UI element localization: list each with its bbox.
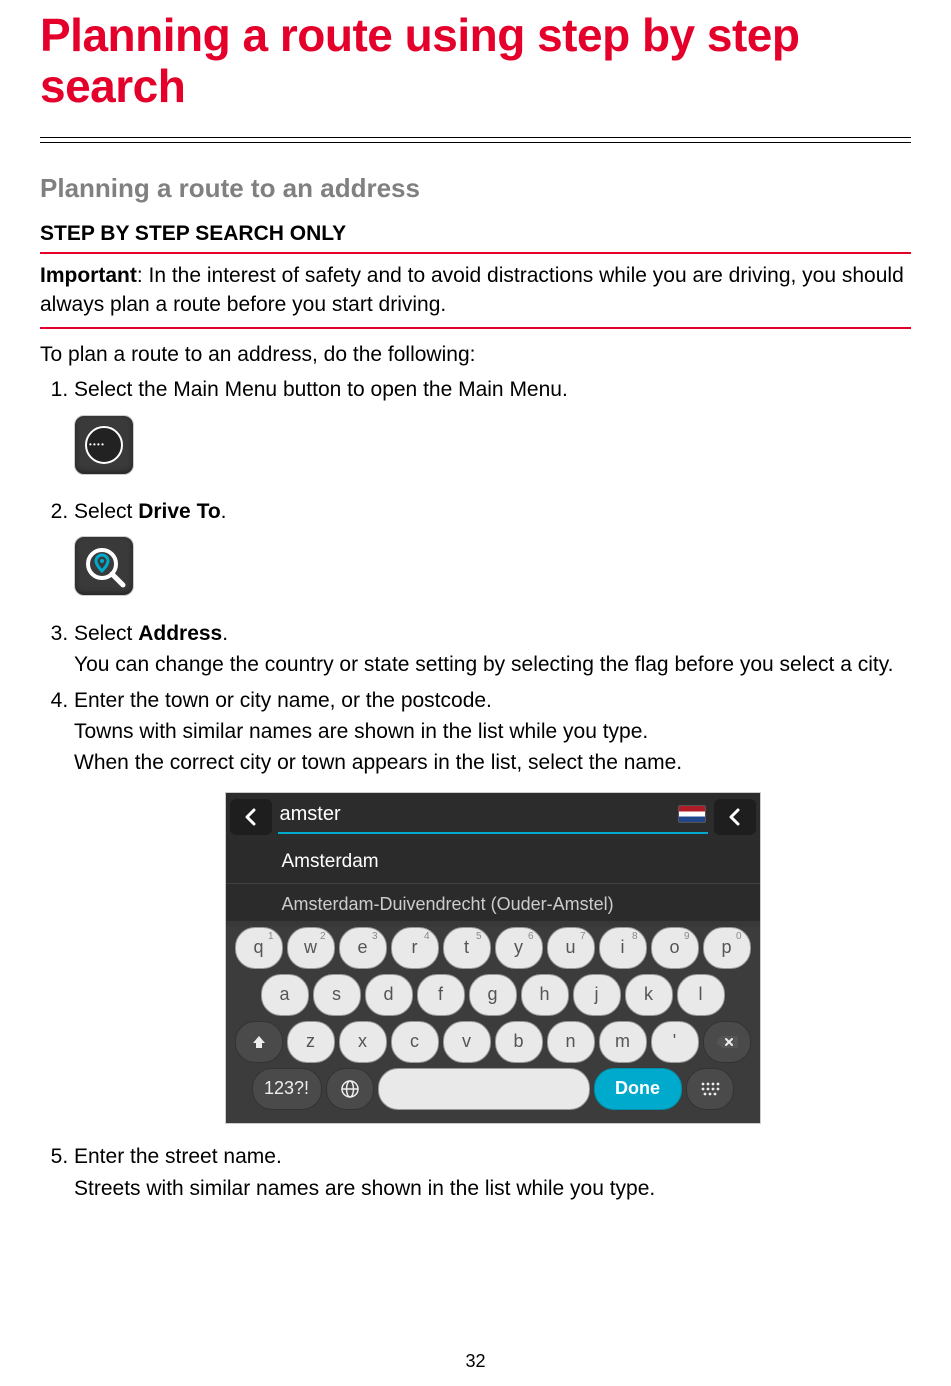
step-3-post: . [222, 622, 228, 645]
step-5-sub: Streets with similar names are shown in … [74, 1174, 911, 1203]
keyboard-key[interactable]: v [443, 1021, 491, 1063]
step-3-pre: Select [74, 622, 138, 645]
step-2-post: . [221, 500, 227, 523]
keyboard-key[interactable]: m [599, 1021, 647, 1063]
section-heading: Planning a route to an address [40, 173, 911, 204]
keyboard-key[interactable]: w2 [287, 927, 335, 969]
step-2: Select Drive To. [74, 497, 911, 605]
keyboard-backspace-key[interactable] [703, 1021, 751, 1063]
step-4: Enter the town or city name, or the post… [74, 686, 911, 1133]
country-flag-icon[interactable] [678, 805, 706, 823]
on-screen-keyboard: q1w2e3r4t5y6u7i8o9p0 asdfghjkl zxcvbnm' … [226, 921, 760, 1123]
keyboard-key[interactable]: s [313, 974, 361, 1016]
back-button[interactable] [230, 799, 272, 835]
keyboard-key[interactable]: d [365, 974, 413, 1016]
keyboard-globe-key[interactable] [326, 1068, 374, 1110]
keyboard-key[interactable]: e3 [339, 927, 387, 969]
keyboard-key[interactable]: k [625, 974, 673, 1016]
step-1-text: Select the Main Menu button to open the … [74, 378, 568, 401]
step-mode-label: STEP BY STEP SEARCH ONLY [40, 222, 911, 246]
keyboard-key[interactable]: c [391, 1021, 439, 1063]
steps-list: Select the Main Menu button to open the … [40, 375, 911, 1203]
keyboard-shift-key[interactable] [235, 1021, 283, 1063]
important-callout: Important: In the interest of safety and… [40, 252, 911, 329]
keyboard-key[interactable]: y6 [495, 927, 543, 969]
step-4-sub2: When the correct city or town appears in… [74, 748, 911, 777]
page-title: Planning a route using step by step sear… [40, 10, 911, 111]
keyboard-key[interactable]: n [547, 1021, 595, 1063]
important-text: : In the interest of safety and to avoid… [40, 264, 904, 315]
city-search-input[interactable]: amster [278, 800, 708, 834]
keyboard-key[interactable]: o9 [651, 927, 699, 969]
keyboard-key[interactable]: g [469, 974, 517, 1016]
keyboard-key[interactable]: h [521, 974, 569, 1016]
step-3: Select Address. You can change the count… [74, 619, 911, 680]
step-3-bold: Address [138, 622, 222, 645]
keyboard-key[interactable]: ' [651, 1021, 699, 1063]
step-3-sub: You can change the country or state sett… [74, 650, 911, 679]
step-5: Enter the street name. Streets with simi… [74, 1142, 911, 1203]
keyboard-key[interactable]: t5 [443, 927, 491, 969]
step-4-sub1: Towns with similar names are shown in th… [74, 717, 911, 746]
page-number: 32 [0, 1351, 951, 1372]
keyboard-key[interactable]: u7 [547, 927, 595, 969]
keyboard-space-key[interactable] [378, 1068, 590, 1110]
keyboard-key[interactable]: b [495, 1021, 543, 1063]
keyboard-key[interactable]: q1 [235, 927, 283, 969]
important-label: Important [40, 264, 137, 287]
keyboard-key[interactable]: f [417, 974, 465, 1016]
divider [40, 137, 911, 143]
intro-text: To plan a route to an address, do the fo… [40, 341, 911, 369]
keyboard-key[interactable]: i8 [599, 927, 647, 969]
main-menu-icon [74, 415, 134, 475]
keyboard-key[interactable]: p0 [703, 927, 751, 969]
suggestion-item[interactable]: Amsterdam [226, 841, 760, 885]
keyboard-done-key[interactable]: Done [594, 1068, 682, 1110]
collapse-button[interactable] [714, 799, 756, 835]
step-5-text: Enter the street name. [74, 1145, 282, 1168]
search-value: amster [280, 800, 341, 828]
keyboard-key[interactable]: r4 [391, 927, 439, 969]
keyboard-key[interactable]: a [261, 974, 309, 1016]
keyboard-key[interactable]: z [287, 1021, 335, 1063]
step-2-pre: Select [74, 500, 138, 523]
keyboard-mode-key[interactable]: 123?! [252, 1068, 322, 1110]
suggestion-list: Amsterdam Amsterdam-Duivendrecht (Ouder-… [226, 841, 760, 927]
keyboard-layout-key[interactable] [686, 1068, 734, 1110]
step-4-text: Enter the town or city name, or the post… [74, 689, 492, 712]
keyboard-key[interactable]: j [573, 974, 621, 1016]
drive-to-icon [74, 536, 134, 596]
city-search-screenshot: amster Amsterdam Amsterdam-Duivendrecht … [225, 792, 761, 1124]
step-1: Select the Main Menu button to open the … [74, 375, 911, 483]
keyboard-key[interactable]: x [339, 1021, 387, 1063]
step-2-bold: Drive To [138, 500, 220, 523]
keyboard-key[interactable]: l [677, 974, 725, 1016]
